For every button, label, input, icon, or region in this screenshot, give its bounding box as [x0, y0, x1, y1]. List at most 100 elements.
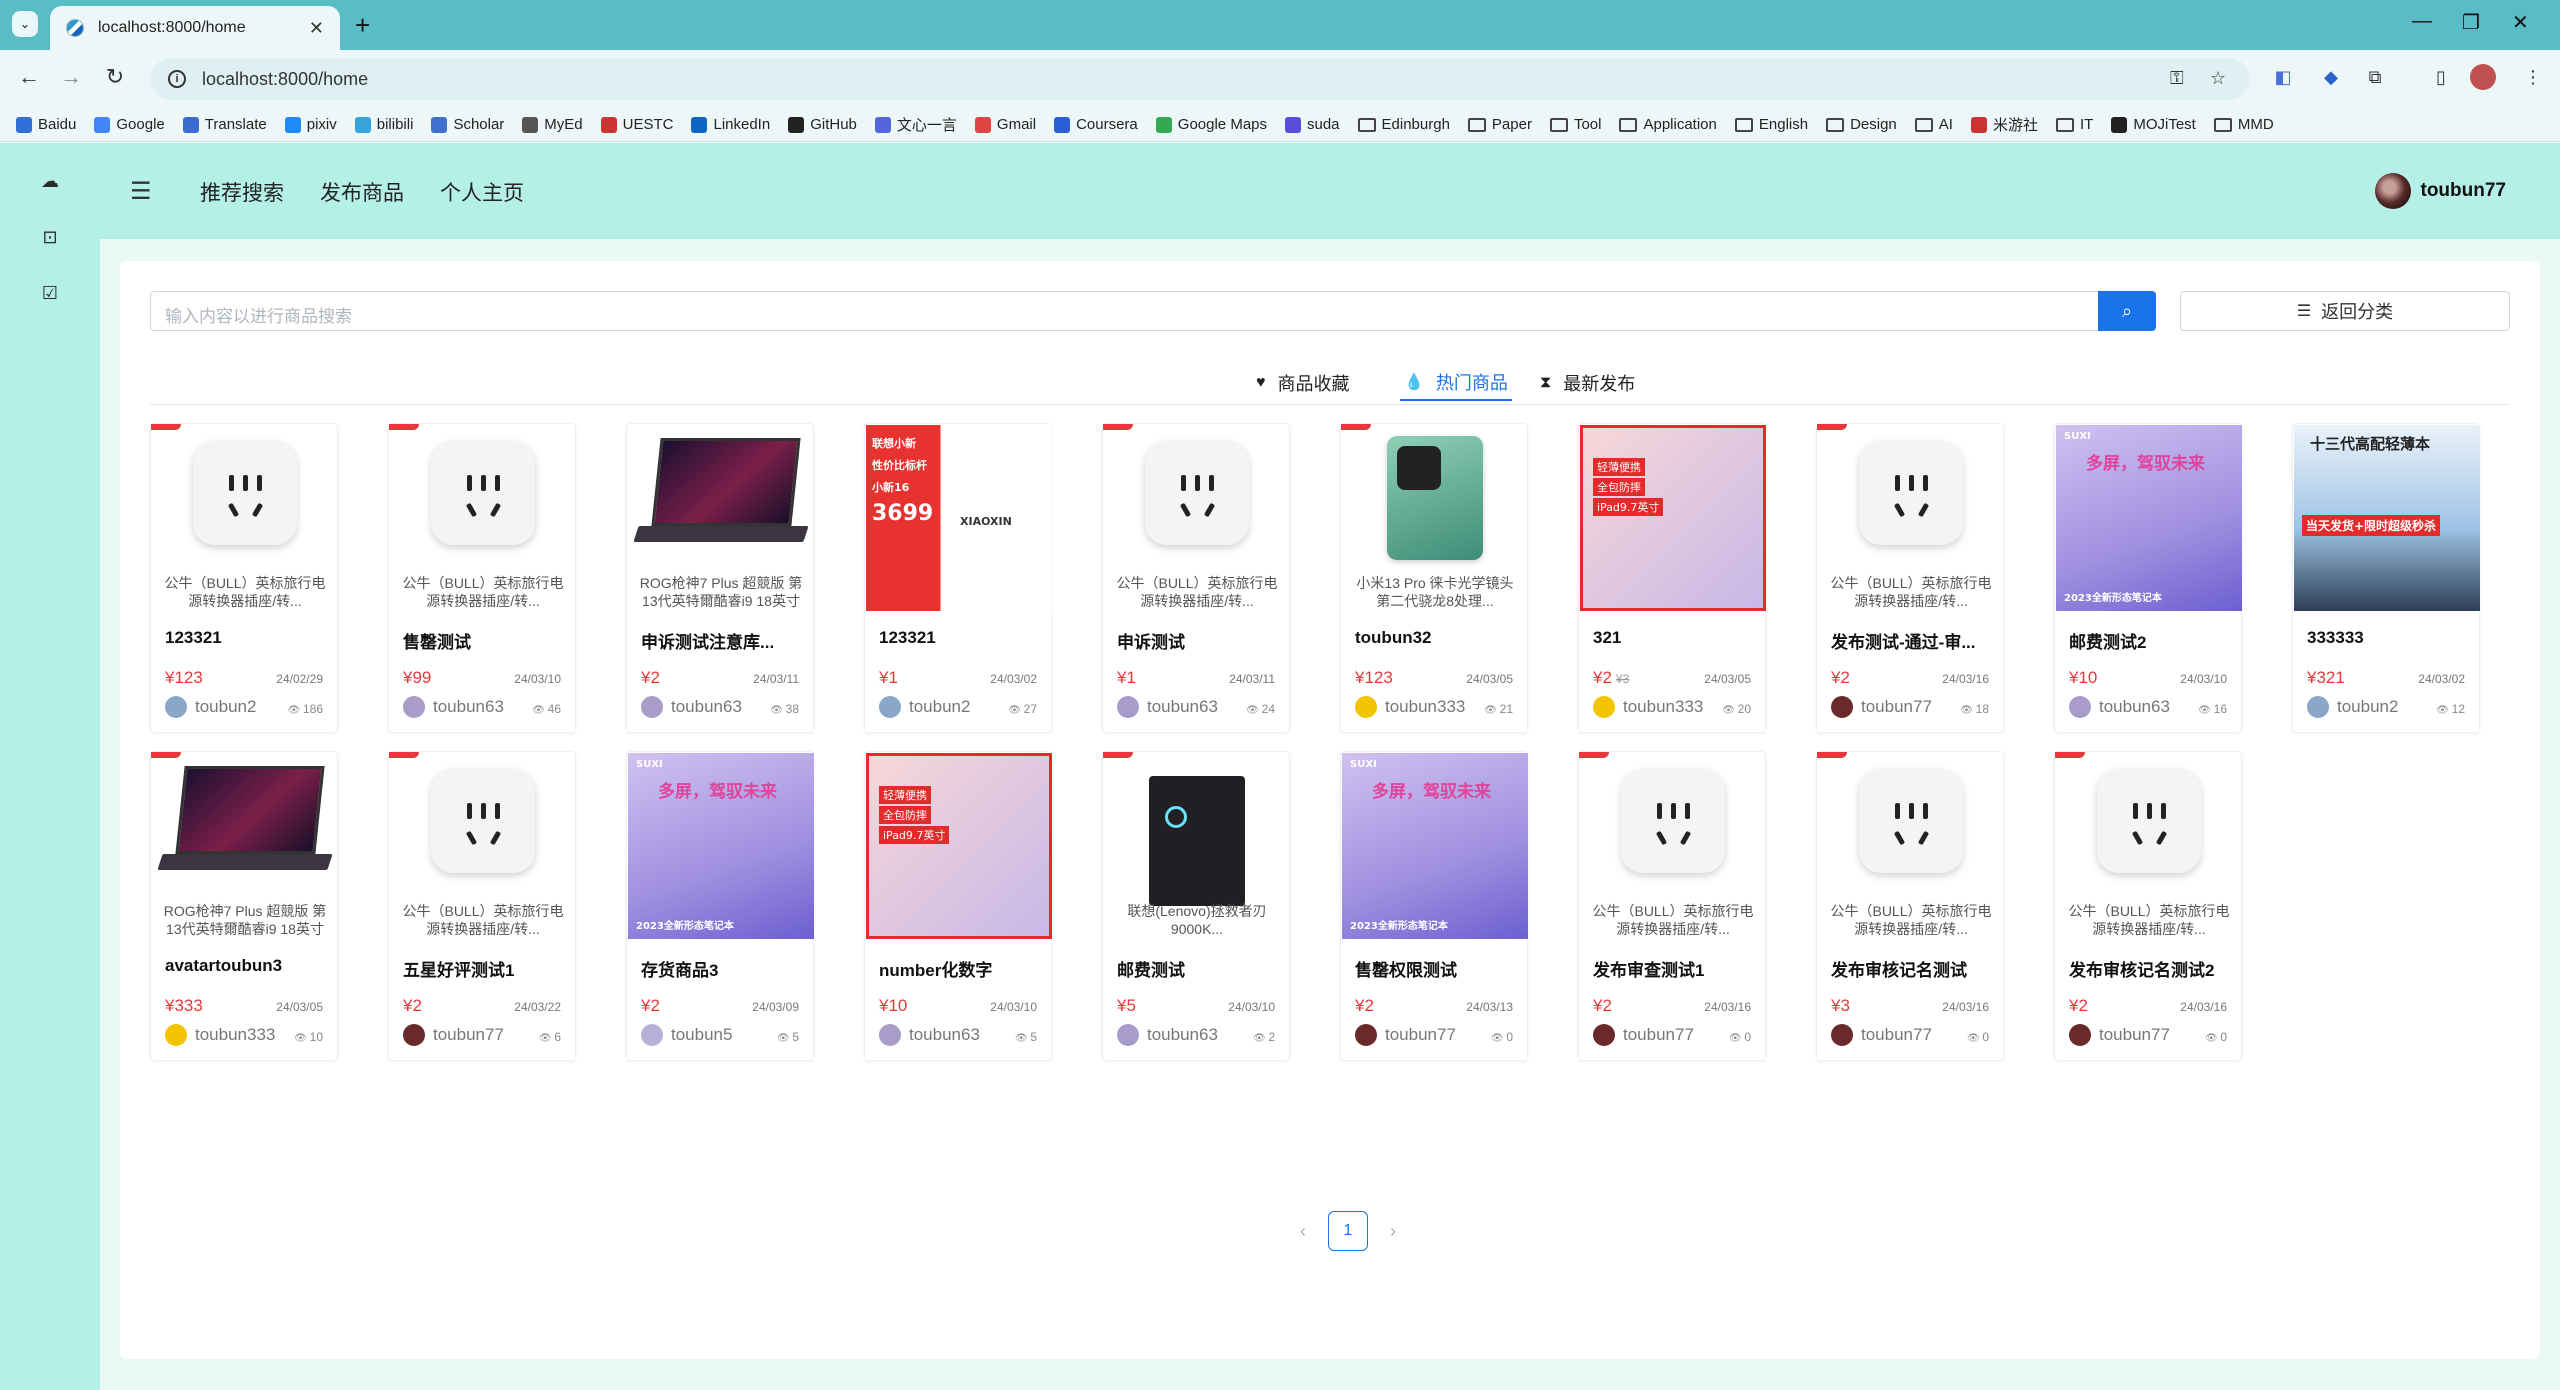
bookmark-item[interactable]: Coursera [1054, 116, 1138, 133]
search-button[interactable]: ⌕ [2098, 291, 2156, 331]
bookmark-item[interactable]: IT [2055, 116, 2093, 133]
bookmark-item[interactable]: 文心一言 [874, 114, 957, 135]
product-title[interactable]: 售罄测试 [403, 628, 567, 653]
window-close-icon[interactable]: ✕ [2512, 10, 2529, 35]
product-title[interactable]: 五星好评测试1 [403, 956, 567, 981]
product-card[interactable]: 公牛（BULL）英标旅行电源转换器插座/转... 发布审核记名测试 ¥3 24/03/… [1816, 751, 2004, 1061]
product-title[interactable]: 333333 [2307, 628, 2471, 648]
seller[interactable]: toubun333 [1593, 696, 1713, 718]
next-page-icon[interactable]: › [1390, 1221, 1396, 1242]
back-icon[interactable]: ← [14, 64, 44, 90]
bookmark-item[interactable]: 米游社 [1970, 114, 2038, 135]
seller[interactable]: toubun2 [2307, 696, 2427, 718]
bookmark-list-icon[interactable]: ⊡ [38, 225, 62, 249]
page-number[interactable]: 1 [1328, 1211, 1368, 1251]
browser-tab-active[interactable]: localhost:8000/home ✕ [50, 6, 340, 50]
product-title[interactable]: 邮费测试 [1117, 956, 1281, 981]
product-title[interactable]: 申诉测试注意库... [641, 628, 805, 653]
menu-kebab-icon[interactable]: ⋮ [2520, 64, 2546, 90]
bookmark-item[interactable]: Paper [1467, 116, 1532, 133]
reload-icon[interactable]: ↻ [100, 64, 130, 90]
seller[interactable]: toubun63 [403, 696, 523, 718]
tab-latest[interactable]: ⧗ 最新发布 [1540, 365, 1635, 401]
seller[interactable]: toubun77 [2069, 1024, 2189, 1046]
product-card[interactable]: 十三代高配轻薄本 当天发货+限时超级秒杀 333333 ¥321 24/03/02 tou… [2292, 423, 2480, 733]
product-card[interactable]: 联想(Lenovo)拯救者刃9000K... 邮费测试 ¥5 24/03/10 toub… [1102, 751, 1290, 1061]
bookmark-item[interactable]: LinkedIn [691, 116, 770, 133]
product-card[interactable]: SUXI 多屏，驾驭未来 2023全新形态笔记本 邮费测试2 ¥10 24/03/10 to… [2054, 423, 2242, 733]
tab-close-icon[interactable]: ✕ [309, 18, 324, 39]
product-title[interactable]: avatartoubun3 [165, 956, 329, 976]
ext-icon[interactable]: ◆ [2318, 64, 2344, 90]
product-title[interactable]: 邮费测试2 [2069, 628, 2233, 653]
bookmark-item[interactable]: Google [94, 116, 165, 133]
bookmark-item[interactable]: Google Maps [1155, 116, 1267, 133]
bookmark-item[interactable]: pixiv [284, 116, 337, 133]
bookmark-item[interactable]: Baidu [16, 116, 76, 133]
product-title[interactable]: 发布测试-通过-审... [1831, 628, 1995, 653]
bookmark-item[interactable]: Tool [1549, 116, 1601, 133]
seller[interactable]: toubun63 [1117, 1024, 1237, 1046]
product-thumbnail[interactable]: 轻薄便携 全包防摔 iPad9.7英寸 [865, 752, 1053, 940]
product-title[interactable]: 发布审核记名测试 [1831, 956, 1995, 981]
search-input[interactable]: 输入内容以进行商品搜索 [150, 291, 2124, 331]
bookmark-item[interactable]: Translate [182, 116, 267, 133]
seller[interactable]: toubun63 [879, 1024, 999, 1046]
tab-favorites[interactable]: ♥ 商品收藏 [1256, 365, 1350, 401]
bookmark-item[interactable]: MyEd [522, 116, 583, 133]
product-title[interactable]: 123321 [879, 628, 1043, 648]
bookmark-item[interactable]: Scholar [431, 116, 504, 133]
seller[interactable]: toubun63 [641, 696, 761, 718]
calendar-check-icon[interactable]: ☑ [38, 281, 62, 305]
seller[interactable]: toubun77 [403, 1024, 523, 1046]
key-icon[interactable]: ⚿ [2170, 68, 2184, 89]
tab-hot[interactable]: 💧 热门商品 [1400, 365, 1512, 401]
translate-ext-icon[interactable]: ◧ [2270, 64, 2296, 90]
bookmark-item[interactable]: AI [1914, 116, 1953, 133]
product-card[interactable]: SUXI 多屏，驾驭未来 2023全新形态笔记本 售罄权限测试 ¥2 24/03/13 to… [1340, 751, 1528, 1061]
bookmark-item[interactable]: Gmail [974, 116, 1036, 133]
product-title[interactable]: 发布审核记名测试2 [2069, 956, 2233, 981]
product-thumbnail[interactable]: SUXI 多屏，驾驭未来 2023全新形态笔记本 [627, 752, 815, 940]
prev-page-icon[interactable]: ‹ [1300, 1221, 1306, 1242]
seller[interactable]: toubun77 [1593, 1024, 1713, 1046]
product-thumbnail[interactable]: 联想小新 性价比标杆 小新16 3699 XIAOXIN [865, 424, 1053, 612]
tab-search-dropdown[interactable]: ⌄ [12, 11, 38, 37]
upload-icon[interactable]: ☁ [38, 169, 62, 193]
bookmark-item[interactable]: GitHub [788, 116, 857, 133]
back-to-category-button[interactable]: ☰ 返回分类 [2180, 291, 2510, 331]
nav-link-recommend[interactable]: 推荐搜索 [200, 177, 284, 207]
sidebar-toggle-icon[interactable]: ▯ [2428, 64, 2454, 90]
nav-link-publish[interactable]: 发布商品 [320, 177, 404, 207]
seller[interactable]: toubun2 [165, 696, 285, 718]
seller[interactable]: toubun63 [1117, 696, 1237, 718]
extensions-icon[interactable]: ⧉ [2362, 64, 2388, 90]
bookmark-item[interactable]: Application [1619, 116, 1717, 133]
bookmark-item[interactable]: MMD [2213, 116, 2274, 133]
product-title[interactable]: 申诉测试 [1117, 628, 1281, 653]
bookmark-item[interactable]: Edinburgh [1357, 116, 1450, 133]
product-title[interactable]: 存货商品3 [641, 956, 805, 981]
product-card[interactable]: 联想小新 性价比标杆 小新16 3699 XIAOXIN 123321 ¥1 24/03/02… [864, 423, 1052, 733]
product-title[interactable]: 售罄权限测试 [1355, 956, 1519, 981]
address-bar[interactable]: i localhost:8000/home ⚿ ☆ [150, 58, 2250, 100]
product-card[interactable]: 公牛（BULL）英标旅行电源转换器插座/转... 123321 ¥123 24/02/… [150, 423, 338, 733]
forward-icon[interactable]: → [56, 64, 86, 90]
menu-fold-icon[interactable]: ☰ [130, 177, 152, 206]
product-card[interactable]: 公牛（BULL）英标旅行电源转换器插座/转... 发布测试-通过-审... ¥2 24… [1816, 423, 2004, 733]
site-info-icon[interactable]: i [168, 70, 186, 88]
bookmark-item[interactable]: suda [1285, 116, 1340, 133]
seller[interactable]: toubun5 [641, 1024, 761, 1046]
maximize-icon[interactable]: ❐ [2462, 10, 2480, 35]
product-card[interactable]: 公牛（BULL）英标旅行电源转换器插座/转... 申诉测试 ¥1 24/03/11 to… [1102, 423, 1290, 733]
user-menu[interactable]: toubun77 [2374, 173, 2506, 209]
seller[interactable]: toubun2 [879, 696, 999, 718]
seller[interactable]: toubun77 [1355, 1024, 1475, 1046]
bookmark-item[interactable]: English [1734, 116, 1808, 133]
product-card[interactable]: 公牛（BULL）英标旅行电源转换器插座/转... 售罄测试 ¥99 24/03/10 t… [388, 423, 576, 733]
product-card[interactable]: 公牛（BULL）英标旅行电源转换器插座/转... 发布审核记名测试2 ¥2 24/03… [2054, 751, 2242, 1061]
minimize-icon[interactable]: — [2412, 10, 2432, 33]
product-card[interactable]: 小米13 Pro 徕卡光学镜头 第二代骁龙8处理... toubun32 ¥123 2… [1340, 423, 1528, 733]
seller[interactable]: toubun77 [1831, 696, 1951, 718]
nav-link-profile[interactable]: 个人主页 [440, 177, 524, 207]
